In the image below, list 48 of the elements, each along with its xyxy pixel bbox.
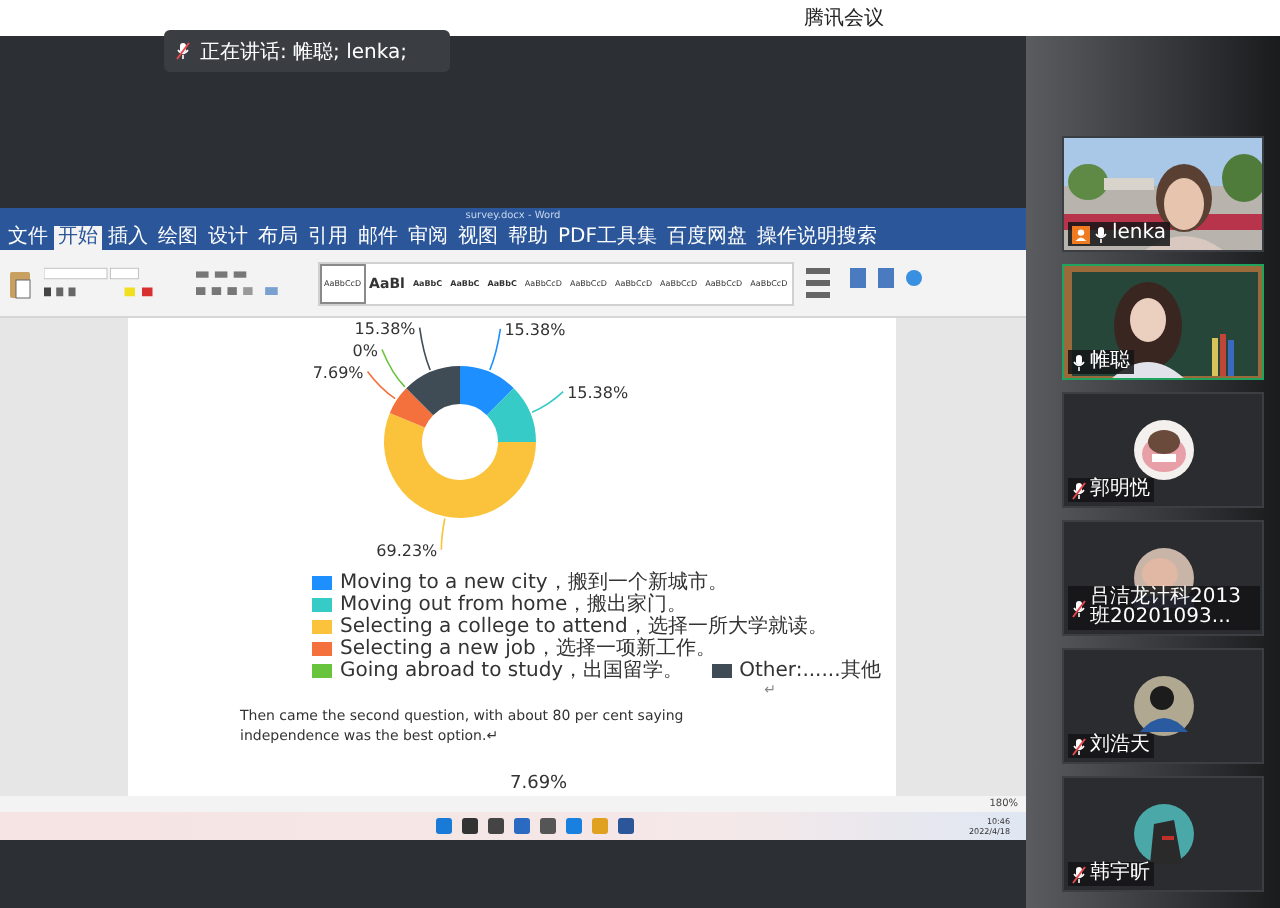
ribbon-tab[interactable]: 引用 (304, 226, 352, 250)
leader-line (440, 517, 446, 551)
leader-line (418, 326, 431, 371)
value-label: 7.69% (312, 363, 364, 382)
legend-label: Going abroad to study，出国留学。 (340, 660, 684, 682)
legend-label: Selecting a new job，选择一项新工作。 (340, 638, 716, 660)
participant-name: 帷聪 (1090, 352, 1130, 372)
participant-name: 刘浩天 (1090, 736, 1150, 756)
ribbon-tab[interactable]: 邮件 (354, 226, 402, 250)
participant-name: lenka (1112, 224, 1167, 244)
leader-line (381, 348, 406, 388)
value-label: 69.23% (376, 541, 438, 560)
ribbon-tab[interactable]: PDF工具集 (554, 226, 661, 250)
leader-line (366, 370, 396, 400)
ribbon-tab[interactable]: 设计 (204, 226, 252, 250)
value-label: 15.38% (567, 383, 629, 402)
app-title: 腾讯会议 (804, 5, 884, 32)
ribbon-tab[interactable]: 百度网盘 (662, 226, 751, 250)
ribbon-tab[interactable]: 文件 (4, 226, 52, 250)
ribbon-tab[interactable]: 插入 (104, 226, 152, 250)
participant-tile[interactable]: 韩宇昕 (1062, 776, 1264, 892)
video-tile[interactable]: lenka (1062, 136, 1264, 252)
participant-name: 韩宇昕 (1090, 864, 1150, 884)
ribbon-tab[interactable]: 帮助 (504, 226, 552, 250)
participant-tile[interactable]: 吕洁龙计科2013班20201093... (1062, 520, 1264, 636)
ribbon-tab[interactable]: 视图 (454, 226, 502, 250)
ribbon-tab[interactable]: 审阅 (404, 226, 452, 250)
value-label: 15.38% (504, 322, 566, 339)
participant-tile[interactable]: 刘浩天 (1062, 648, 1264, 764)
video-tile[interactable]: 帷聪 (1062, 264, 1264, 380)
value-label: 0% (352, 341, 378, 360)
leader-line (531, 390, 564, 413)
ribbon-tab[interactable]: 布局 (254, 226, 302, 250)
leader-line (489, 328, 502, 371)
participant-name: 吕洁龙计科2013班20201093... (1090, 588, 1243, 628)
participant-name: 郭明悦 (1090, 480, 1150, 500)
value-label: 7.69% (510, 774, 570, 794)
participant-tile[interactable]: 郭明悦 (1062, 392, 1264, 508)
legend-label: Moving out from home，搬出家门。 (340, 594, 688, 616)
ribbon-tab[interactable]: 绘图 (154, 226, 202, 250)
value-label: 15.38% (354, 322, 416, 338)
ribbon-tab[interactable]: 操作说明搜索 (752, 226, 881, 250)
legend-label: Other:......其他 (739, 660, 881, 682)
speaking-text: 正在讲话: 帷聪; lenka; (200, 39, 407, 65)
ribbon-tab[interactable]: 开始 (54, 226, 102, 250)
legend-label: Selecting a college to attend，选择一所大学就读。 (340, 616, 828, 638)
paste-icon[interactable] (8, 267, 32, 299)
legend-label: Moving to a new city，搬到一个新城市。 (340, 572, 728, 594)
